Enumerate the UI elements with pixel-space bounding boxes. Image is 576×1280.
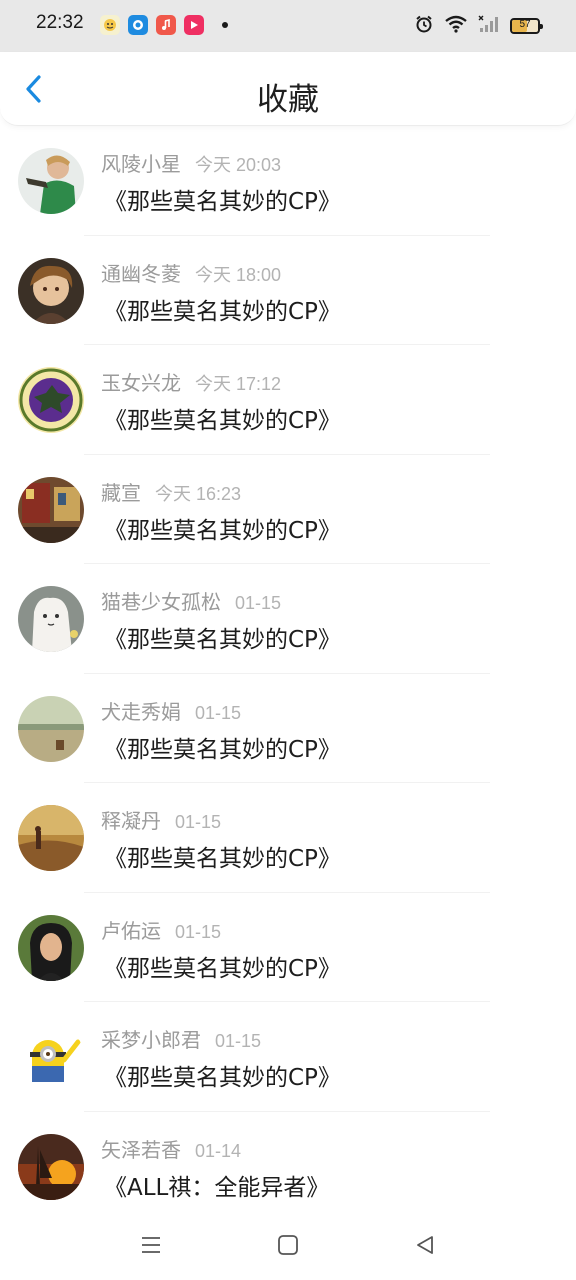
item-meta: 藏宣 今天 16:23 <box>101 477 241 506</box>
list-item[interactable]: 风陵小星 今天 20:03 《那些莫名其妙的CP》 <box>0 126 576 236</box>
cellular-signal-icon <box>478 14 500 38</box>
navigation-bar <box>0 1210 576 1280</box>
avatar[interactable] <box>18 914 84 981</box>
book-title[interactable]: 《那些莫名其妙的CP》 <box>104 949 341 983</box>
item-meta: 风陵小星 今天 20:03 <box>101 148 281 177</box>
timestamp: 01-15 <box>175 921 222 942</box>
alarm-icon <box>414 14 434 38</box>
status-indicators: 57 <box>414 14 543 38</box>
home-button[interactable] <box>275 1232 301 1258</box>
list-item[interactable]: 卢佑运 01-15 《那些莫名其妙的CP》 <box>0 893 576 1002</box>
status-time: 22:32 <box>36 12 84 33</box>
list-item[interactable]: 犬走秀娟 01-15 《那些莫名其妙的CP》 <box>0 674 576 783</box>
username[interactable]: 风陵小星 <box>101 152 181 176</box>
avatar[interactable] <box>18 1133 84 1200</box>
item-meta: 犬走秀娟 01-15 <box>101 696 241 725</box>
timestamp: 今天 17:12 <box>195 374 282 394</box>
timestamp: 01-15 <box>175 812 222 832</box>
notification-app-2-icon <box>128 15 148 35</box>
video-app-icon <box>184 15 204 35</box>
list-item[interactable]: 释凝丹 01-15 《那些莫名其妙的CP》 <box>0 783 576 893</box>
timestamp: 01-15 <box>195 702 242 723</box>
book-title[interactable]: 《那些莫名其妙的CP》 <box>104 401 341 435</box>
menu-icon <box>142 1237 160 1253</box>
avatar[interactable] <box>18 1024 84 1090</box>
book-title[interactable]: 《那些莫名其妙的CP》 <box>104 292 341 326</box>
item-meta: 玉女兴龙 今天 17:12 <box>101 367 281 396</box>
item-meta: 矢泽若香 01-14 <box>101 1134 241 1163</box>
username[interactable]: 矢泽若香 <box>101 1138 181 1162</box>
back-nav-button[interactable] <box>412 1232 438 1258</box>
avatar[interactable] <box>18 367 84 433</box>
timestamp: 01-15 <box>235 593 282 613</box>
list-item[interactable]: 通幽冬菱 今天 18:00 《那些莫名其妙的CP》 <box>0 236 576 345</box>
header-bar: 收藏 <box>0 52 576 126</box>
more-notifications-dot <box>222 22 228 28</box>
timestamp: 今天 20:03 <box>195 155 282 175</box>
list-item[interactable]: 矢泽若香 01-14 《ALL祺：全能异者》 <box>0 1112 576 1222</box>
timestamp: 01-15 <box>215 1031 262 1051</box>
page-title: 收藏 <box>257 82 319 118</box>
home-square-icon <box>278 1235 298 1255</box>
item-meta: 采梦小郎君 01-15 <box>101 1024 261 1053</box>
avatar[interactable] <box>18 805 84 871</box>
wifi-icon <box>444 14 468 38</box>
item-meta: 释凝丹 01-15 <box>101 805 221 834</box>
menu-button[interactable] <box>138 1232 164 1258</box>
username[interactable]: 采梦小郎君 <box>101 1028 201 1052</box>
book-title[interactable]: 《ALL祺：全能异者》 <box>104 1168 329 1202</box>
status-bar: 22:32 57 <box>0 0 576 52</box>
timestamp: 今天 18:00 <box>195 264 282 285</box>
username[interactable]: 通幽冬菱 <box>101 262 181 286</box>
book-title[interactable]: 《那些莫名其妙的CP》 <box>104 730 341 764</box>
username[interactable]: 犬走秀娟 <box>101 700 181 724</box>
battery-percent: 57 <box>519 19 531 30</box>
username[interactable]: 卢佑运 <box>101 919 161 943</box>
back-triangle-icon <box>417 1236 433 1254</box>
avatar[interactable] <box>18 586 84 652</box>
timestamp: 今天 16:23 <box>155 483 242 504</box>
username[interactable]: 猫巷少女孤松 <box>101 590 221 614</box>
username[interactable]: 藏宣 <box>101 481 141 505</box>
avatar[interactable] <box>18 476 84 543</box>
list-item[interactable]: 藏宣 今天 16:23 《那些莫名其妙的CP》 <box>0 455 576 564</box>
item-meta: 猫巷少女孤松 01-15 <box>101 586 281 615</box>
book-title[interactable]: 《那些莫名其妙的CP》 <box>104 620 341 654</box>
notification-icons <box>100 15 228 35</box>
book-title[interactable]: 《那些莫名其妙的CP》 <box>104 839 341 873</box>
avatar[interactable] <box>18 257 84 324</box>
username[interactable]: 玉女兴龙 <box>101 371 181 395</box>
favorites-screen: 22:32 57 收藏 风陵小星 今天 20:03 《那些莫名其妙的CP》 通幽… <box>0 0 576 1280</box>
battery-icon: 57 <box>510 18 543 34</box>
list-item[interactable]: 采梦小郎君 01-15 《那些莫名其妙的CP》 <box>0 1002 576 1112</box>
item-meta: 通幽冬菱 今天 18:00 <box>101 258 281 287</box>
favorites-list: 风陵小星 今天 20:03 《那些莫名其妙的CP》 通幽冬菱 今天 18:00 《那… <box>0 126 576 1221</box>
item-meta: 卢佑运 01-15 <box>101 915 221 944</box>
book-title[interactable]: 《那些莫名其妙的CP》 <box>104 1058 341 1092</box>
music-app-icon <box>156 15 176 35</box>
username[interactable]: 释凝丹 <box>101 809 161 833</box>
list-item[interactable]: 玉女兴龙 今天 17:12 《那些莫名其妙的CP》 <box>0 345 576 455</box>
timestamp: 01-14 <box>195 1140 242 1161</box>
notification-app-1-icon <box>100 15 120 35</box>
book-title[interactable]: 《那些莫名其妙的CP》 <box>104 182 341 216</box>
book-title[interactable]: 《那些莫名其妙的CP》 <box>104 511 341 545</box>
avatar[interactable] <box>18 695 84 762</box>
list-item[interactable]: 猫巷少女孤松 01-15 《那些莫名其妙的CP》 <box>0 564 576 674</box>
avatar[interactable] <box>18 148 84 214</box>
